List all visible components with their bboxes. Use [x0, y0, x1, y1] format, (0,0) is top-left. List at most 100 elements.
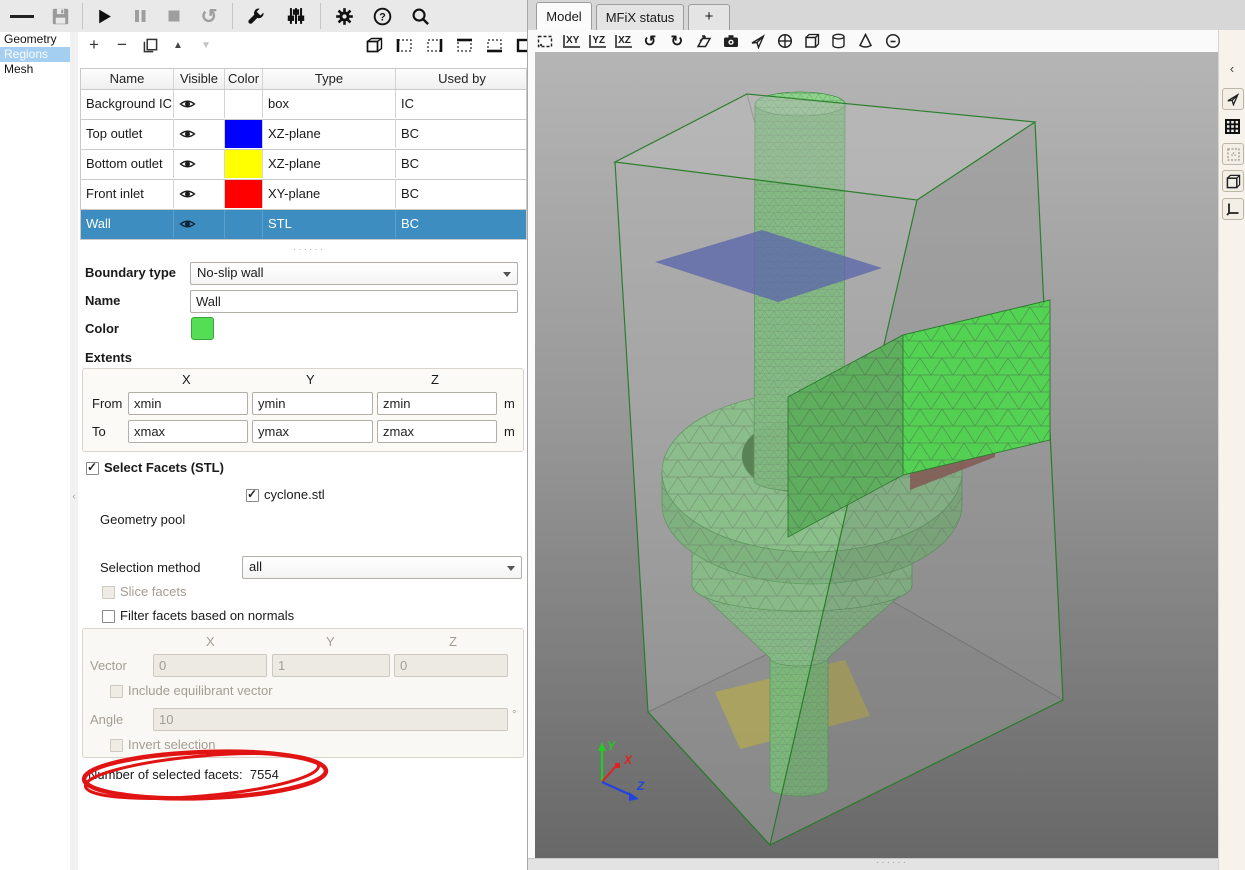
column-header[interactable]: Visible: [174, 69, 225, 89]
move-down-icon[interactable]: ▼: [194, 34, 218, 56]
move-up-icon[interactable]: ▲: [166, 34, 190, 56]
column-header[interactable]: Color: [225, 69, 263, 89]
extents-label: Extents: [85, 350, 132, 365]
extents-col-y: Y: [306, 372, 315, 387]
visibility-cell[interactable]: [174, 210, 225, 238]
nav-splitter[interactable]: [70, 32, 78, 870]
region-plane-right-icon[interactable]: [422, 34, 446, 56]
table-row-top-outlet[interactable]: Top outlet XZ-plane BC: [80, 120, 527, 150]
region-plane-left-icon[interactable]: [392, 34, 416, 56]
toggle-scene-box-icon[interactable]: [1222, 170, 1244, 192]
rotate-right-icon[interactable]: ↻: [668, 32, 686, 50]
column-header[interactable]: Used by: [396, 69, 528, 89]
boundary-type-select[interactable]: No-slip wall: [190, 262, 518, 285]
rotate-left-icon[interactable]: ↺: [641, 32, 659, 50]
xmin-input[interactable]: [128, 392, 248, 415]
color-cell[interactable]: [225, 210, 263, 238]
toggle-cone-icon[interactable]: [857, 32, 875, 50]
color-swatch: [225, 150, 262, 178]
help-icon[interactable]: ?: [370, 4, 394, 28]
collapse-sidebar-icon[interactable]: ‹: [1222, 58, 1242, 78]
pause-icon[interactable]: [128, 4, 152, 28]
column-header[interactable]: Type: [263, 69, 396, 89]
parameters-sliders-icon[interactable]: [284, 4, 308, 28]
color-picker-button[interactable]: [191, 317, 214, 340]
table-row-bottom-outlet[interactable]: Bottom outlet XZ-plane BC: [80, 150, 527, 180]
name-label: Name: [85, 293, 120, 308]
boundary-type-label: Boundary type: [85, 265, 176, 280]
color-cell[interactable]: [225, 120, 263, 148]
view-yz-icon[interactable]: YZ: [589, 35, 606, 48]
perspective-icon[interactable]: [695, 32, 713, 50]
visibility-cell[interactable]: [174, 90, 225, 118]
vtk-3d-viewport[interactable]: Y X Z: [535, 52, 1218, 858]
ymax-input[interactable]: [252, 420, 373, 443]
filter-normals-checkbox[interactable]: [102, 610, 115, 623]
geometry-pool-label: Geometry pool: [100, 512, 185, 527]
zmin-input[interactable]: [377, 392, 497, 415]
stl-file-checkbox[interactable]: [246, 489, 259, 502]
search-icon[interactable]: [408, 4, 432, 28]
angle-label: Angle: [90, 712, 123, 727]
nav-item-regions[interactable]: Regions: [0, 47, 70, 62]
add-region-icon[interactable]: +: [82, 34, 106, 56]
save-icon[interactable]: [48, 4, 72, 28]
settings-gear-icon[interactable]: [332, 4, 356, 28]
selection-method-select[interactable]: all: [242, 556, 522, 579]
region-box-icon[interactable]: [362, 34, 386, 56]
zmax-input[interactable]: [377, 420, 497, 443]
color-cell[interactable]: [225, 180, 263, 208]
select-facets-checkbox[interactable]: [86, 462, 99, 475]
stop-icon[interactable]: [162, 4, 186, 28]
toggle-cylinder-icon[interactable]: [830, 32, 848, 50]
view-xy-icon[interactable]: XY: [563, 35, 580, 48]
ymin-input[interactable]: [252, 392, 373, 415]
annotation-ellipse: [78, 746, 338, 804]
toggle-geometry-icon[interactable]: [749, 32, 767, 50]
y-axis-label: Y: [607, 739, 616, 753]
region-plane-bottom-icon[interactable]: [482, 34, 506, 56]
panel-splitter[interactable]: ······: [293, 244, 325, 255]
vtk-toolbar: XY YZ XZ ↺ ↻: [528, 30, 1218, 52]
remove-region-icon[interactable]: −: [110, 34, 134, 56]
region-name-cell: Wall: [81, 210, 174, 238]
splitter-handle[interactable]: ······: [876, 857, 908, 868]
region-name-input[interactable]: [190, 290, 518, 313]
screenshot-camera-icon[interactable]: [722, 32, 740, 50]
xmax-input[interactable]: [128, 420, 248, 443]
bottom-splitter-bar[interactable]: ······: [528, 858, 1218, 870]
nav-item-mesh[interactable]: Mesh: [0, 62, 70, 77]
nav-item-geometry[interactable]: Geometry: [0, 32, 70, 47]
toggle-grid-icon[interactable]: [1222, 116, 1242, 136]
region-plane-top-icon[interactable]: [452, 34, 476, 56]
view-xz-icon[interactable]: XZ: [615, 35, 632, 48]
toggle-time-icon[interactable]: [884, 32, 902, 50]
menu-icon[interactable]: [10, 4, 34, 28]
run-icon[interactable]: [92, 4, 116, 28]
column-header[interactable]: Name: [81, 69, 174, 89]
visibility-cell[interactable]: [174, 180, 225, 208]
toggle-regions-icon[interactable]: [1222, 143, 1244, 165]
used-by-cell: IC: [396, 90, 528, 118]
build-wrench-icon[interactable]: [244, 4, 268, 28]
color-cell[interactable]: [225, 150, 263, 178]
toggle-axes-icon[interactable]: [1222, 198, 1244, 220]
toggle-regions-icon[interactable]: [776, 32, 794, 50]
table-row-front-inlet[interactable]: Front inlet XY-plane BC: [80, 180, 527, 210]
tab-model[interactable]: Model: [536, 2, 592, 30]
table-row-background-ic[interactable]: Background IC box IC: [80, 90, 527, 120]
table-row-wall-selected[interactable]: Wall STL BC: [80, 210, 527, 240]
visibility-cell[interactable]: [174, 150, 225, 178]
visibility-cell[interactable]: [174, 120, 225, 148]
color-cell[interactable]: [225, 90, 263, 118]
to-label: To: [92, 424, 106, 439]
collapse-panel-icon[interactable]: ‹: [70, 489, 78, 503]
reset-view-icon[interactable]: [536, 32, 554, 50]
duplicate-region-icon[interactable]: [138, 34, 162, 56]
reset-icon[interactable]: ↺: [197, 4, 221, 28]
tab-add[interactable]: +: [688, 4, 730, 30]
tab-mfix-status[interactable]: MFiX status: [596, 4, 684, 30]
toggle-geometry-icon[interactable]: [1222, 88, 1244, 110]
toggle-mesh-icon[interactable]: [803, 32, 821, 50]
region-name-cell: Front inlet: [81, 180, 174, 208]
